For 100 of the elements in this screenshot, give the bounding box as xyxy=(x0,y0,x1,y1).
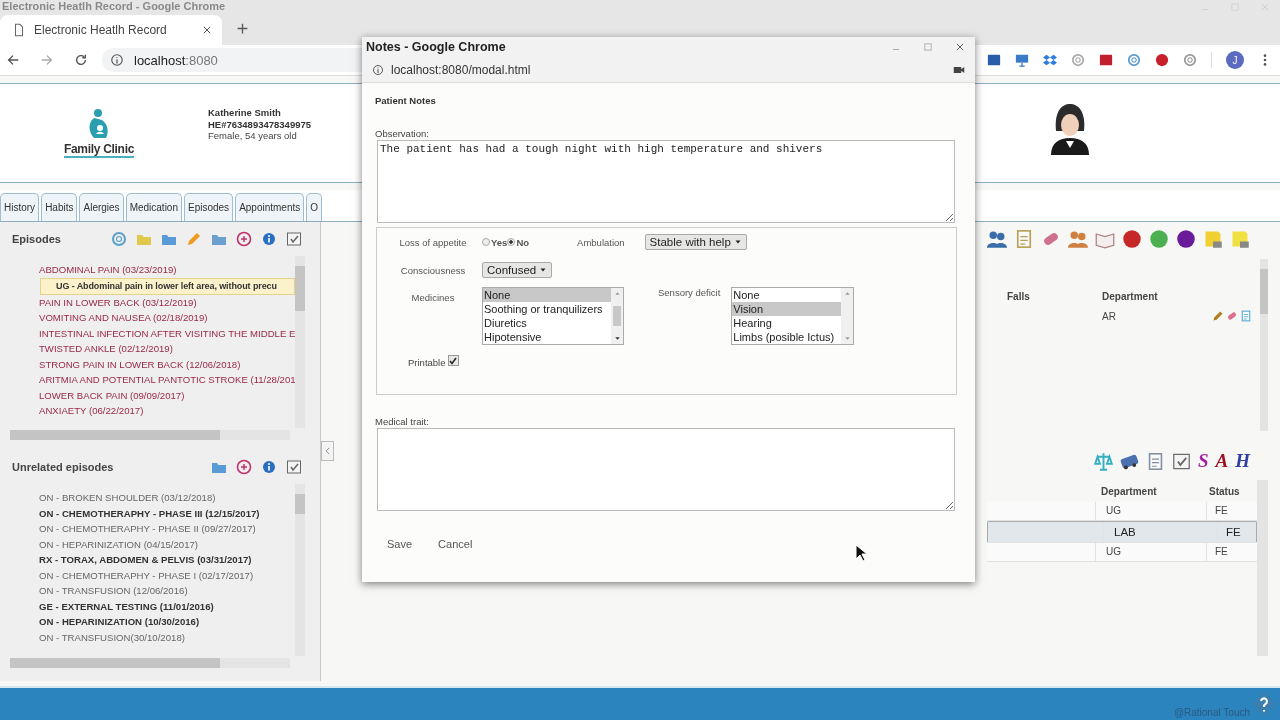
letter-icon[interactable]: H xyxy=(1235,451,1250,471)
collapse-button[interactable] xyxy=(321,441,334,461)
form-heading: Patient Notes xyxy=(375,95,437,106)
list-option[interactable]: Soothing or tranquilizers xyxy=(483,302,611,316)
radio-button[interactable] xyxy=(482,238,490,246)
tab[interactable]: Alergies xyxy=(79,193,124,221)
episode-item[interactable]: GE - EXTERNAL TESTING (11/01/2016) xyxy=(0,598,295,614)
column-header: Department xyxy=(1101,290,1159,302)
episode-item[interactable]: ON - TRANSFUSION (12/06/2016) xyxy=(0,583,295,599)
add-icon[interactable] xyxy=(236,231,252,247)
cancel-button[interactable]: Cancel xyxy=(432,534,479,554)
info-icon[interactable] xyxy=(261,459,277,475)
forward-icon[interactable] xyxy=(40,53,54,67)
note-icon[interactable] xyxy=(1203,229,1223,249)
episode-item[interactable]: ON - HEPARINIZATION (04/15/2017) xyxy=(0,536,295,552)
close-icon[interactable] xyxy=(202,25,212,35)
letter-icon[interactable]: S xyxy=(1197,451,1209,471)
table-row[interactable]: UG FE xyxy=(987,543,1257,562)
radio-label: Yes xyxy=(491,236,508,248)
extension-icon[interactable] xyxy=(1099,53,1113,67)
table-cell: UG xyxy=(1095,502,1206,520)
consciousness-dropdown[interactable]: Confused xyxy=(482,262,553,278)
episode-item[interactable]: INTESTINAL INFECTION AFTER VISITING THE MIDDLE E xyxy=(0,325,295,341)
episode-item[interactable]: RX - TORAX, ABDOMEN & PELVIS (03/31/2017) xyxy=(0,552,295,568)
scrollbar[interactable] xyxy=(1257,480,1268,656)
extension-icon[interactable] xyxy=(1127,53,1141,67)
logo-text: Family Clinic xyxy=(63,142,135,158)
field-label: Ambulation xyxy=(577,236,625,248)
episode-item[interactable]: ON - TRANSFUSION(30/10/2018) xyxy=(0,629,295,645)
episode-item[interactable]: ANXIAETY (06/22/2017) xyxy=(0,403,295,419)
episode-item[interactable]: STRONG PAIN IN LOWER BACK (12/06/2018) xyxy=(0,356,295,372)
document-icon[interactable] xyxy=(1240,310,1252,322)
list-option[interactable]: Hipotensive xyxy=(483,330,611,344)
window-title: Electronic Heatlh Record - Google Chrome xyxy=(1,0,226,13)
scrollbar[interactable] xyxy=(295,256,305,428)
tab[interactable]: History xyxy=(0,193,40,221)
scrollbar[interactable] xyxy=(10,430,290,440)
letter-icon[interactable]: A xyxy=(1215,451,1229,471)
episode-item[interactable]: ON - CHEMOTHERAPHY - PHASE III (12/15/2017) xyxy=(0,505,295,521)
episode-item[interactable]: ON - CHEMOTHERAPHY - PHASE II (09/27/2017) xyxy=(0,521,295,537)
pencil-icon[interactable] xyxy=(1212,310,1224,322)
radio-button[interactable] xyxy=(507,238,516,246)
field-label: Printable xyxy=(408,357,446,368)
list-option[interactable]: Limbs (posible Ictus) xyxy=(732,330,842,344)
table-row[interactable]: UG FE xyxy=(987,502,1257,521)
dropbox-icon[interactable] xyxy=(1043,53,1057,67)
scrollbar[interactable] xyxy=(1260,259,1268,431)
checklist-icon[interactable] xyxy=(286,231,302,247)
episode-item[interactable]: VOMITING AND NAUSEA (02/18/2019) xyxy=(0,310,295,326)
reload-icon[interactable] xyxy=(74,53,88,67)
field-label: Sensory deficit xyxy=(658,287,721,298)
note-icon[interactable] xyxy=(1230,229,1250,249)
checklist-icon[interactable] xyxy=(286,459,302,475)
scrollbar[interactable] xyxy=(10,658,290,668)
scrollbar[interactable] xyxy=(295,484,305,656)
episode-item[interactable]: LOWER BACK PAIN (09/09/2017) xyxy=(0,387,295,403)
tab[interactable]: O xyxy=(306,193,323,221)
scale-icon[interactable] xyxy=(1093,451,1113,471)
checklist-icon[interactable] xyxy=(1171,451,1191,471)
tab[interactable]: Appointments xyxy=(235,193,305,221)
episode-item[interactable]: ON - BROKEN SHOULDER (03/12/2018) xyxy=(0,490,295,506)
sensory-deficit-listbox[interactable]: None Vision Hearing Limbs (posible Ictus) xyxy=(731,287,855,345)
list-option[interactable]: Vision xyxy=(732,302,842,316)
extension-icon[interactable] xyxy=(987,53,1001,67)
medicines-listbox[interactable]: None Soothing or tranquilizers Diuretics Hipotensive xyxy=(482,287,624,345)
help-icon[interactable] xyxy=(1252,692,1276,716)
table-row[interactable]: LAB FE xyxy=(987,521,1257,543)
list-option[interactable]: None xyxy=(732,288,842,302)
back-icon[interactable] xyxy=(6,53,20,67)
window-title: Notes - Google Chrome xyxy=(366,40,506,54)
list-option[interactable]: Hearing xyxy=(732,316,842,330)
episode-item[interactable]: ON - CHEMOTHERAPHY - PHASE I (02/17/2017) xyxy=(0,567,295,583)
medical-trait-field[interactable] xyxy=(377,428,955,511)
tab[interactable]: Episodes xyxy=(184,193,234,221)
list-option[interactable]: Diuretics xyxy=(483,316,611,330)
tab[interactable]: Habits xyxy=(41,193,78,221)
list-option[interactable]: None xyxy=(483,288,611,302)
episode-item[interactable]: ARITMIA AND POTENTIAL PANTOTIC STROKE (11/28/201 xyxy=(0,372,295,388)
episode-item[interactable]: ABDOMINAL PAIN (03/23/2019) xyxy=(0,262,295,278)
new-tab-icon[interactable] xyxy=(236,22,249,35)
monitor-icon[interactable] xyxy=(1015,53,1029,67)
tab[interactable]: Medication xyxy=(125,193,182,221)
save-button[interactable]: Save xyxy=(381,534,419,554)
clipboard-icon[interactable] xyxy=(1014,229,1034,249)
episode-item[interactable]: TWISTED ANKLE (02/12/2019) xyxy=(0,341,295,357)
ambulation-dropdown[interactable]: Stable with help xyxy=(644,234,747,250)
printable-checkbox[interactable] xyxy=(447,355,459,366)
field-label: Consciousness xyxy=(399,264,467,276)
episode-detail[interactable]: UG - Abdominal pain in lower left area, without precu xyxy=(40,277,295,295)
observation-field[interactable]: The patient has had a tough night with high temperature and shivers xyxy=(377,140,955,223)
pencil-icon[interactable] xyxy=(186,231,202,247)
extension-icon[interactable] xyxy=(1183,53,1197,67)
add-icon[interactable] xyxy=(236,459,252,475)
browser-tab[interactable]: Electronic Heatlh Record xyxy=(0,15,222,45)
info-icon[interactable] xyxy=(261,231,277,247)
close-icon[interactable] xyxy=(955,42,965,52)
profile-avatar[interactable]: J xyxy=(1226,51,1244,69)
episode-item[interactable]: PAIN IN LOWER BACK (03/12/2019) xyxy=(0,294,295,310)
episode-item[interactable]: ON - HEPARINIZATION (10/30/2016) xyxy=(0,614,295,630)
search-icon[interactable] xyxy=(111,231,127,247)
